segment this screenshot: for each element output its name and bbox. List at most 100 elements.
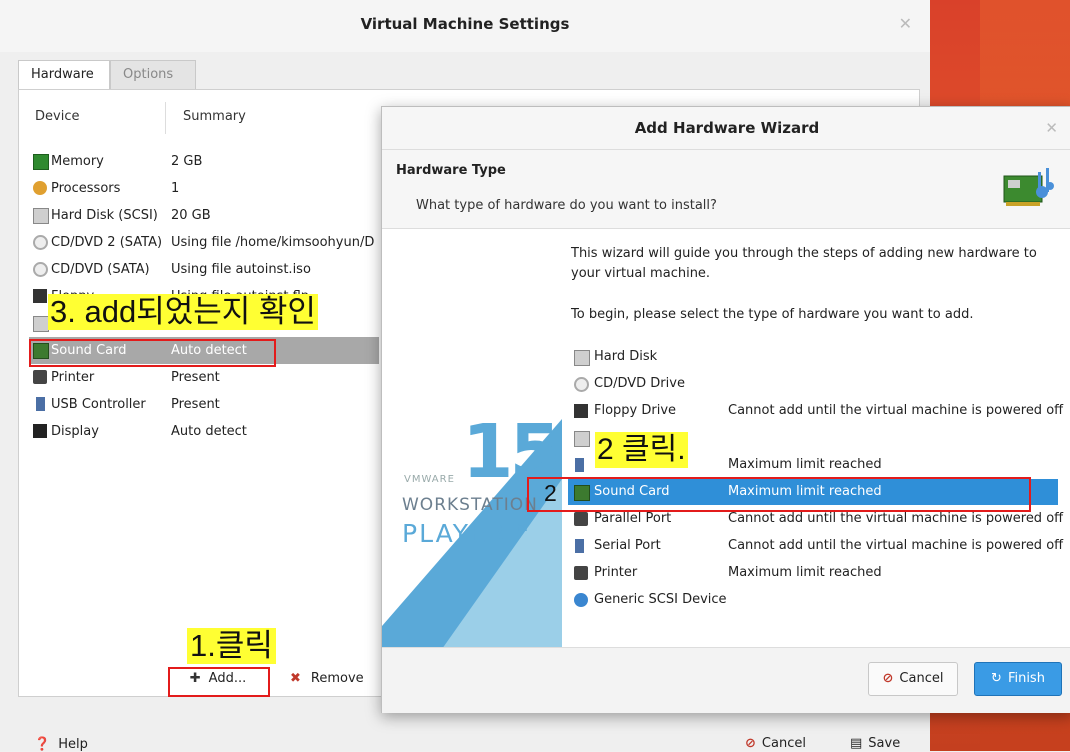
annotation-box-sound-card [29,339,276,367]
cd-icon [33,262,48,277]
device-name: CD/DVD 2 (SATA) [51,235,163,250]
wizard-cancel-label: Cancel [899,671,944,686]
wizard-title: Add Hardware Wizard [634,119,820,137]
network-icon [574,431,590,447]
hw-type-hard-disk[interactable]: Hard Disk [568,344,1058,370]
brand-player: PLAYER™ [402,519,535,548]
annotation-step1: 1.클릭 [187,628,276,664]
cancel-label: Cancel [761,736,806,751]
hw-type-name: Generic SCSI Device [594,592,727,607]
hw-type-serial-port[interactable]: Serial Port Cannot add until the virtual… [568,533,1063,559]
tab-options[interactable]: Options [110,60,196,89]
help-button[interactable]: ❓ Help [34,737,88,752]
device-summary: Present [171,370,220,385]
hw-type-name: CD/DVD Drive [594,376,685,391]
add-hardware-wizard: Add Hardware Wizard ✕ Hardware Type What… [381,106,1070,713]
hw-type-name: Floppy Drive [594,403,677,418]
save-icon: ▤ [850,736,863,751]
device-summary: 20 GB [171,208,211,223]
device-row-cd-dvd-2[interactable]: CD/DVD 2 (SATA) Using file /home/kimsooh… [29,229,379,256]
device-summary: 1 [171,181,180,196]
device-row-memory[interactable]: Memory 2 GB [29,148,379,175]
wizard-prompt-text: To begin, please select the type of hard… [571,307,974,322]
wizard-heading: Hardware Type [396,163,506,178]
display-icon [33,424,47,438]
close-icon[interactable]: ✕ [1045,119,1058,137]
hw-type-generic-scsi[interactable]: Generic SCSI Device [568,587,1058,613]
summary-column-header[interactable]: Summary [183,109,246,124]
device-name: Hard Disk (SCSI) [51,208,158,223]
hw-type-name: Serial Port [594,538,661,553]
device-summary: Present [171,397,220,412]
hw-type-name: Printer [594,565,638,580]
hw-type-cd-dvd-drive[interactable]: CD/DVD Drive [568,371,1058,397]
device-name: CD/DVD (SATA) [51,262,150,277]
annotation-box-add-button [168,667,270,697]
cancel-button[interactable]: ⊘ Cancel [745,736,806,751]
hard-disk-icon [574,350,590,366]
device-row-hard-disk[interactable]: Hard Disk (SCSI) 20 GB [29,202,379,229]
usb-icon [36,397,45,411]
device-summary: Auto detect [171,424,247,439]
scsi-icon [574,593,588,607]
device-name: Display [51,424,99,439]
usb-icon [575,458,584,472]
close-icon[interactable]: ✕ [899,14,912,33]
save-button[interactable]: ▤ Save [850,736,900,751]
device-column-header[interactable]: Device [35,109,79,124]
tab-hardware[interactable]: Hardware [18,60,110,89]
device-row-printer[interactable]: Printer Present [29,364,379,391]
remove-hardware-button[interactable]: ✖ Remove [290,665,380,693]
device-summary: Using file /home/kimsoohyun/D [171,235,375,250]
remove-label: Remove [310,671,364,686]
wizard-header: Hardware Type What type of hardware do y… [382,150,1070,229]
finish-icon: ↻ [991,671,1002,686]
cancel-icon: ⊘ [745,736,756,751]
hardware-card-icon [1003,168,1054,206]
serial-port-icon [575,539,584,553]
device-row-cd-dvd[interactable]: CD/DVD (SATA) Using file autoinst.iso [29,256,379,283]
network-icon [33,316,49,332]
cd-icon [574,377,589,392]
window-title: Virtual Machine Settings [360,15,570,33]
annotation-box-wizard-sound-card [527,477,1031,512]
hw-type-status: Cannot add until the virtual machine is … [728,403,1064,418]
device-name: Processors [51,181,121,196]
annotation-step3: 3. add되었는지 확인 [48,294,318,330]
save-label: Save [868,736,901,751]
wizard-finish-label: Finish [1007,671,1045,686]
floppy-icon [33,289,47,303]
annotation-step2-marker: 2 [544,480,557,506]
hw-type-name: Hard Disk [594,349,658,364]
cd-icon [33,235,48,250]
wizard-intro-text: This wizard will guide you through the s… [571,246,1037,281]
device-summary: 2 GB [171,154,203,169]
hw-type-status: Maximum limit reached [728,565,882,580]
hw-type-floppy-drive[interactable]: Floppy Drive Cannot add until the virtua… [568,398,1063,424]
parallel-port-icon [574,512,588,526]
wizard-brand-panel: 15 VMWARE WORKSTATION PLAYER™ [382,229,562,647]
wizard-titlebar: Add Hardware Wizard ✕ [382,107,1070,150]
hw-type-printer[interactable]: Printer Maximum limit reached [568,560,1058,586]
processor-icon [33,181,47,195]
help-icon: ❓ [34,737,51,752]
device-name: USB Controller [51,397,146,412]
hw-type-status: Maximum limit reached [728,457,882,472]
device-name: Memory [51,154,104,169]
wizard-cancel-button[interactable]: ⊘ Cancel [868,662,958,696]
wizard-finish-button[interactable]: ↻ Finish [974,662,1062,696]
printer-icon [33,370,47,384]
floppy-icon [574,404,588,418]
cancel-icon: ⊘ [882,671,894,686]
device-row-usb-controller[interactable]: USB Controller Present [29,391,379,418]
help-label: Help [58,737,88,752]
brand-vmware: VMWARE [404,474,455,485]
brand-workstation: WORKSTATION [402,495,538,515]
device-summary: Using file autoinst.iso [171,262,311,277]
wizard-subheading: What type of hardware do you want to ins… [416,198,717,213]
hw-type-status: Cannot add until the virtual machine is … [728,538,1064,553]
hard-disk-icon [33,208,49,224]
device-row-processors[interactable]: Processors 1 [29,175,379,202]
window-titlebar: Virtual Machine Settings ✕ [0,0,930,52]
device-row-display[interactable]: Display Auto detect [29,418,379,445]
